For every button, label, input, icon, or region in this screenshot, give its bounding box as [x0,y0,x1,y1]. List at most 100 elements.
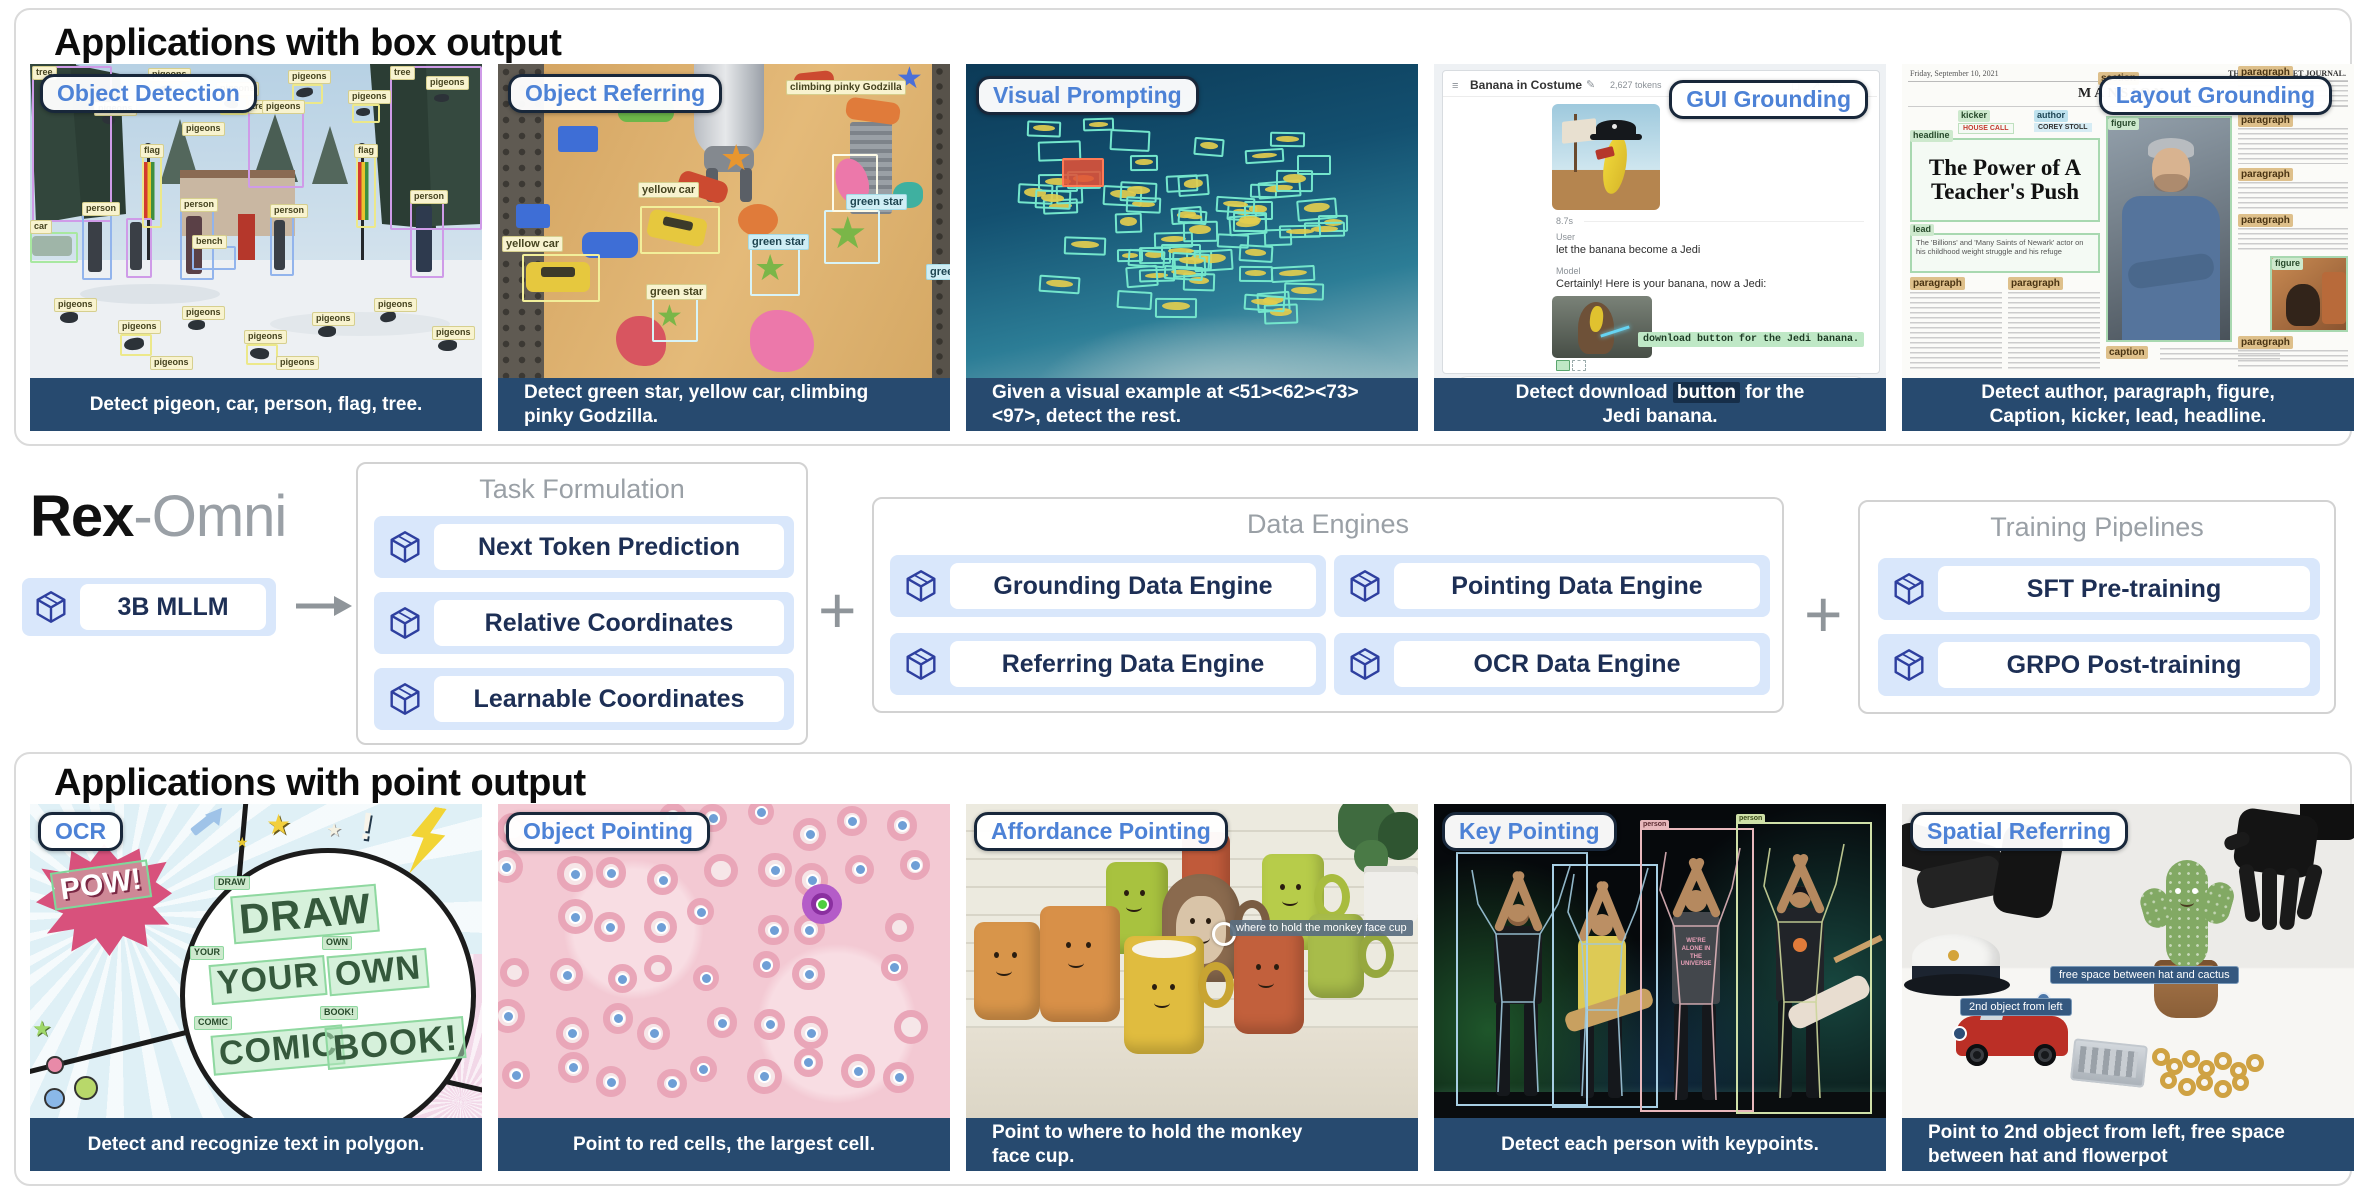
second-object-point [1952,1026,1967,1041]
blood-cells [498,804,950,1118]
jedi-banana-image [1552,296,1652,358]
decor [1068,958,1084,968]
task-formulation-group: Task Formulation Next Token Prediction R… [356,462,808,745]
decor: YOUR [190,946,224,960]
user-message: let the banana become a Jedi [1556,244,1700,256]
decor [2238,350,2348,370]
decor [1472,866,1570,934]
decor: Detect download button for the Jedi bana… [1495,381,1825,427]
decor: OWN [322,936,352,950]
decor [1184,213,1203,220]
decor [2008,292,2100,372]
dog [2286,284,2320,326]
fish-box [1296,197,1337,222]
decor [1198,962,1234,1008]
decor [1012,952,1017,958]
decor [1282,896,1298,906]
decor [1498,1002,1502,1092]
detection-highlight-label: download button for the Jedi banana. [1638,332,1864,347]
key-pointing-label: Key Pointing [1442,812,1617,851]
decor [1245,248,1267,256]
decor [44,1088,65,1109]
decor: Given a visual example at <51><62><73><9… [992,381,1404,427]
decor [1140,890,1145,896]
object-detection-caption: Detect pigeon, car, person, flag, tree. [30,378,482,431]
fish-box [1279,224,1321,238]
cube-icon [1892,648,1926,682]
decor [392,532,419,561]
decor [1582,1010,1586,1096]
decor: pigeons [348,90,391,104]
fish-box [1064,236,1107,255]
layout-grounding-label: Layout Grounding [2099,76,2332,115]
object-referring-label: Object Referring [508,74,722,113]
object-pointing-label: Object Pointing [506,812,710,851]
decor [1132,940,1196,958]
decor: pigeons [54,298,97,312]
item-next-token-prediction: Next Token Prediction [374,516,794,578]
pigeon [188,320,205,330]
decor [2175,888,2181,894]
key-pointing-caption: Detect each person with keypoints. [1434,1118,1886,1171]
decor [2160,1072,2177,1089]
item-grounding-data-engine: Grounding Data Engine [890,555,1326,617]
cell-point [852,1065,865,1078]
arrow-right-icon [294,590,354,622]
training-pipelines-group: Training Pipelines SFT Pre-training GRPO… [1858,500,2336,714]
gui-grounding-label: GUI Grounding [1669,80,1868,119]
person-tag: person [1640,820,1669,830]
fish-box [1244,294,1286,313]
fish-box [1284,282,1324,300]
decor: pigeons [182,306,225,320]
decor [1066,942,1071,948]
decor: paragraph [2238,336,2293,349]
fish-box [1114,212,1142,233]
decor: paragraph [2238,214,2293,227]
panel-layout-grounding: Friday, September 10, 2021 THE WALL STRE… [1902,64,2354,431]
item-grpo-posttraining: GRPO Post-training [1878,634,2320,696]
cell-point [803,924,816,937]
decor [2192,888,2198,894]
object-pointing-caption: Point to red cells, the largest cell. [498,1118,950,1171]
decor: pigeons [288,70,331,84]
person-box: person [270,216,294,276]
decor: Relative Coordinates [434,600,784,646]
decor: DRAW [214,876,250,890]
fish-box [1130,154,1159,170]
decor [1896,574,1923,603]
yellow-car-tag: yellow car [638,182,699,198]
decor [1780,1002,1784,1098]
cube-icon [904,647,938,681]
decor: Detect green star, yellow car, climbing … [524,381,916,427]
yellow-car-tag: yellow car [502,236,563,252]
decor [1154,998,1170,1008]
toy-lego [516,204,550,228]
car-box: car [30,232,78,263]
panel-object-referring: ★ ★ ★ ★ ★ climbing pinky Godzilla yellow… [498,64,950,431]
panel-spatial-referring: free space between hat and cactus 2nd ob… [1902,804,2354,1171]
decor: Point to red cells, the largest cell. [573,1133,875,1156]
pigeon [60,312,78,323]
decor: Point to 2nd object from left, free spac… [1928,1121,2328,1167]
decor [1778,922,1822,1002]
decor [1071,240,1099,248]
pigeon-box [120,334,152,356]
decor [1910,292,2002,372]
decor [1280,884,1285,890]
decor: Detect and recognize text in polygon. [88,1133,425,1156]
pigeon [318,326,336,337]
flag-box: flag [142,156,162,228]
plus-sign: + [1804,576,1843,652]
green-star-box [750,248,800,296]
decor [1712,1004,1716,1100]
person-box: person [410,202,444,278]
robot-finger [2238,863,2261,923]
mug [1124,936,1204,1054]
decor [270,312,450,336]
decor [74,1076,98,1100]
cube-icon [34,590,68,624]
fish-box [1125,264,1158,288]
affordance-pointing-label: Affordance Pointing [974,812,1228,851]
cell-point [655,921,668,934]
panel-ocr: POW! ★ ★ ★ ! DRAW YOUR OWN COMIC BOOK! D… [30,804,482,1171]
